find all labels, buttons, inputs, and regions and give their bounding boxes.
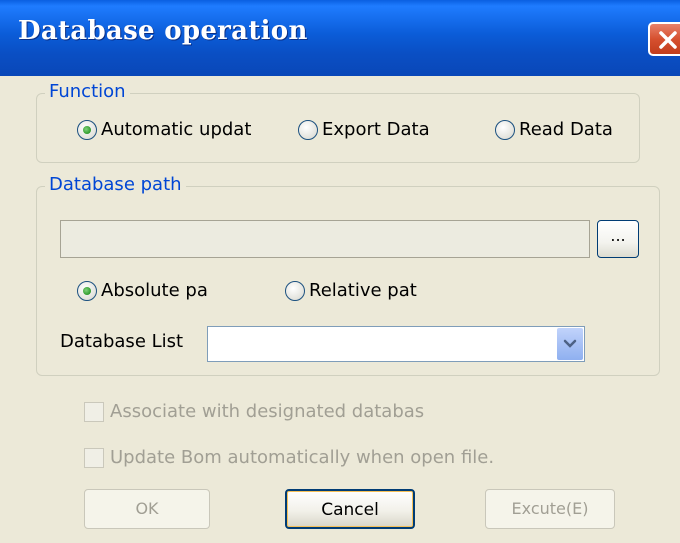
window-title: Database operation — [18, 16, 308, 46]
radio-absolute-path-label: Absolute pa — [101, 280, 208, 301]
ok-button[interactable]: OK — [84, 489, 210, 529]
dropdown-button[interactable] — [557, 328, 583, 360]
function-group-legend: Function — [45, 81, 130, 102]
close-icon — [659, 31, 677, 49]
radio-checked-icon — [77, 119, 97, 140]
associate-database-checkbox[interactable]: Associate with designated databas — [84, 401, 424, 422]
update-bom-label: Update Bom automatically when open file. — [110, 447, 495, 468]
radio-relative-path[interactable]: Relative pat — [285, 280, 417, 301]
checkbox-icon — [84, 401, 104, 422]
close-button[interactable] — [648, 22, 680, 56]
dialog-body: Function Automatic updat Export Data Rea… — [0, 76, 680, 543]
radio-unchecked-icon — [298, 119, 318, 140]
radio-automatic-update-label: Automatic updat — [101, 119, 252, 140]
associate-database-label: Associate with designated databas — [110, 401, 425, 422]
database-path-group-legend: Database path — [45, 174, 186, 195]
execute-button[interactable]: Excute(E) — [485, 489, 615, 529]
radio-read-data-label: Read Data — [519, 119, 613, 140]
checkbox-icon — [84, 447, 104, 468]
database-operation-dialog: Database operation Function Automatic up… — [0, 0, 680, 543]
radio-automatic-update[interactable]: Automatic updat — [77, 119, 251, 140]
database-list-label: Database List — [60, 331, 184, 352]
browse-button[interactable]: ... — [597, 220, 639, 258]
database-list-dropdown[interactable] — [207, 326, 585, 362]
update-bom-checkbox[interactable]: Update Bom automatically when open file. — [84, 447, 494, 468]
radio-unchecked-icon — [495, 119, 515, 140]
radio-checked-icon — [77, 280, 97, 301]
radio-absolute-path[interactable]: Absolute pa — [77, 280, 208, 301]
radio-export-data[interactable]: Export Data — [298, 119, 430, 140]
database-path-field[interactable] — [60, 220, 590, 258]
radio-export-data-label: Export Data — [322, 119, 430, 140]
chevron-down-icon — [563, 339, 577, 348]
radio-unchecked-icon — [285, 280, 305, 301]
title-bar[interactable]: Database operation — [0, 0, 680, 76]
radio-relative-path-label: Relative pat — [309, 280, 417, 301]
cancel-button[interactable]: Cancel — [285, 489, 415, 529]
radio-read-data[interactable]: Read Data — [495, 119, 613, 140]
